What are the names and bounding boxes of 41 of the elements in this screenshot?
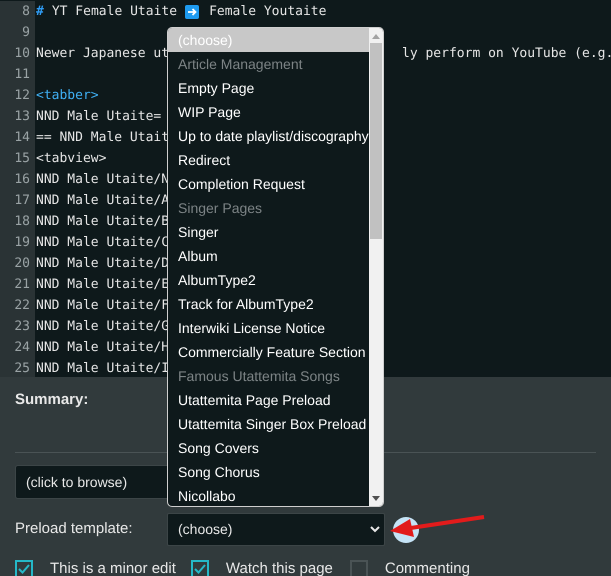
code-text: Newer Japanese ut [36,46,170,61]
line-number: 24 [14,338,30,357]
code-text: NND Male Utaite= [36,108,162,124]
code-tag: <tabber> [36,88,99,103]
line-number: 13 [14,108,30,126]
line-number: 15 [14,150,30,168]
line-number: 17 [14,192,30,210]
option-group-label: Singer Pages [177,198,264,218]
line-number: 9 [22,24,30,42]
line-number: 11 [14,66,30,84]
code-text: NND Male Utaite/F [36,298,170,313]
heading-mark: # [36,2,44,21]
line-number: 25 [14,360,30,377]
code-text: YT Female Utaite [52,2,178,21]
line-number: 14 [14,128,30,147]
code-text: == NND Male Utait [36,130,170,145]
line-number: 22 [14,296,30,315]
line-number: 16 [14,170,30,189]
code-text: NND Male Utaite/D [36,256,170,271]
line-number: 21 [14,276,30,294]
code-text: NND Male Utaite/E [36,276,170,292]
line-number: 19 [14,234,30,252]
code-text: ly perform on YouTube (e.g. [402,44,611,63]
line-number: 23 [14,318,30,336]
line-number: 12 [14,86,30,105]
line-number: 8 [22,2,30,21]
code-text: NND Male Utaite/A [36,192,170,208]
code-text: <tabview> [36,150,106,166]
option-group-label: Article Management [177,54,304,74]
checkbox-label: Commenting [384,560,470,576]
line-number: 20 [14,254,30,273]
option-group-label: Famous Utattemita Songs [177,366,341,386]
code-text: Female Youtaite [209,2,326,21]
summary-label: Summary: [15,391,88,408]
line-number: 18 [14,212,30,231]
checkbox-label: This is a minor edit [50,560,176,576]
code-text: NND Male Utaite/C [36,234,170,250]
line-number: 10 [14,44,30,63]
code-text: NND Male Utaite/I [36,360,170,376]
preload-template-label: Preload template: [15,519,134,540]
checkbox-label: Watch this page [226,560,333,576]
